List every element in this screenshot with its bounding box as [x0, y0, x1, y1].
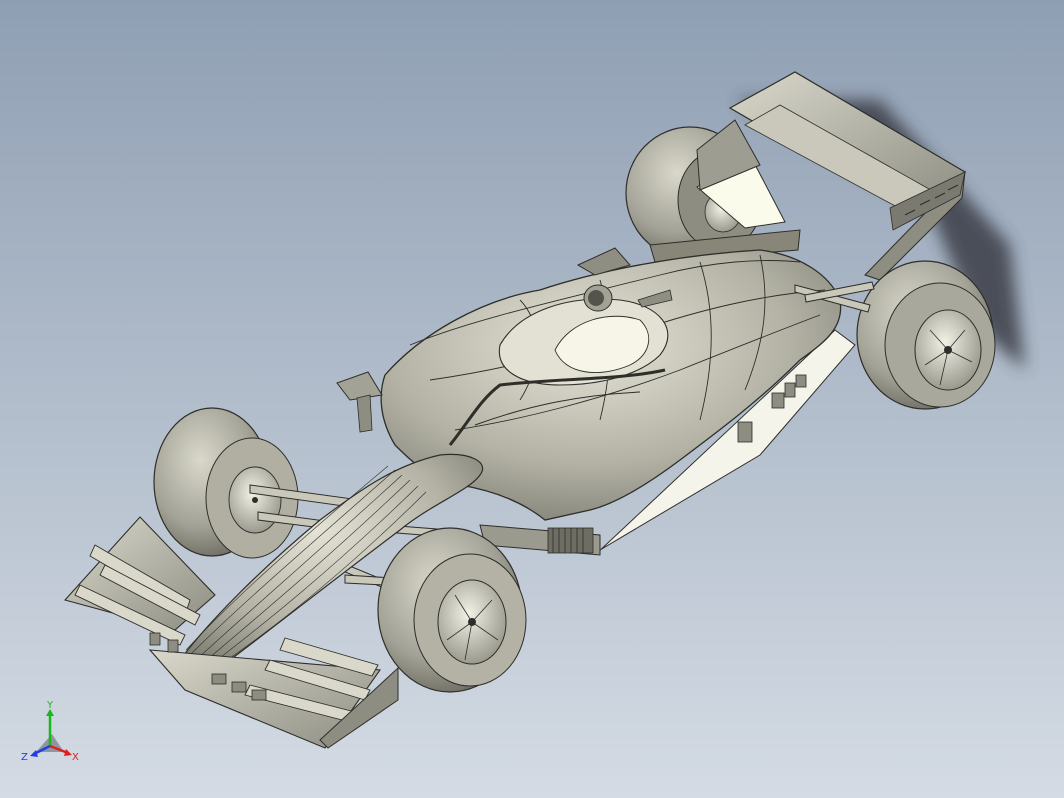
z-axis-label: Z — [21, 752, 28, 763]
x-axis-arrow-icon — [64, 749, 72, 756]
coordinate-triad[interactable]: Y X Z — [20, 700, 84, 770]
y-axis-label: Y — [46, 700, 54, 711]
model-view[interactable] — [0, 0, 1064, 798]
z-axis-arrow-icon — [30, 750, 38, 757]
graphics-viewport[interactable]: Y X Z — [0, 0, 1064, 798]
x-axis-label: X — [72, 752, 79, 763]
rear-right-wheel[interactable] — [856, 260, 996, 410]
